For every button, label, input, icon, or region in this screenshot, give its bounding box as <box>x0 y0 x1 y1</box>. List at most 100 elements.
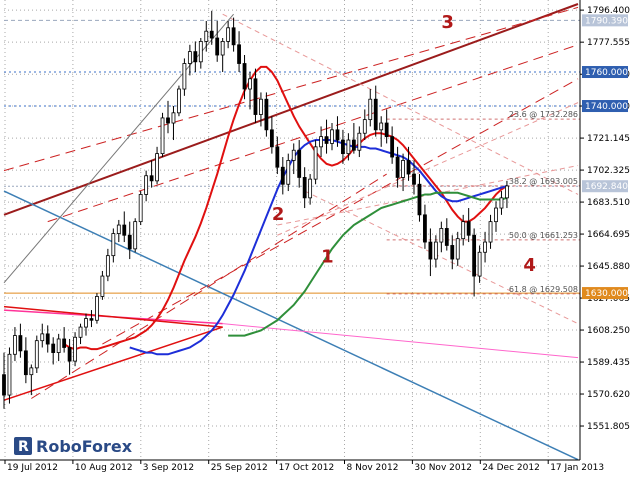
candle-body <box>313 146 318 180</box>
candle-body <box>455 238 460 260</box>
candle-body <box>73 336 77 362</box>
wave-label: 2 <box>272 204 285 225</box>
candle-body <box>198 41 203 63</box>
price-badges: 1790.390 1760.000 1740.000 1692.840 1630.000 <box>582 14 628 300</box>
candle-body <box>2 374 6 396</box>
candle-body <box>395 156 400 178</box>
wave-label: 3 <box>441 12 454 33</box>
logo-icon-letter: R <box>18 439 29 455</box>
fib-level-label: 38.2 @ 1693.005 <box>509 177 578 186</box>
candle <box>160 112 165 158</box>
candle-body <box>308 178 313 199</box>
candle-body <box>253 78 258 115</box>
y-tick-label: 1551.805 <box>587 422 630 432</box>
candle-body <box>51 343 56 353</box>
candle-body <box>280 166 285 185</box>
candle-body <box>505 185 509 199</box>
candle-body <box>483 241 487 253</box>
y-tick-label: 1777.555 <box>587 38 630 48</box>
candle-body <box>138 194 143 223</box>
y-tick-label: 1702.325 <box>587 166 630 176</box>
price-badge-label: 1692.840 <box>585 182 628 192</box>
candle <box>95 293 99 324</box>
candle-body <box>45 333 50 345</box>
candle-body <box>417 183 422 216</box>
candle-body <box>166 117 170 124</box>
candle-body <box>433 241 438 260</box>
candle-body <box>319 136 323 148</box>
candle-body <box>379 122 384 131</box>
x-tick-label: 10 Aug 2012 <box>75 463 133 473</box>
x-tick-label: 24 Dec 2012 <box>482 463 540 473</box>
candle-body <box>127 234 132 250</box>
candle <box>73 332 77 367</box>
candle-body <box>275 146 280 168</box>
fib-level-label: 61.8 @ 1629.508 <box>509 285 578 294</box>
candle-body <box>149 175 154 182</box>
candle <box>264 92 269 137</box>
y-tick-label: 1683.510 <box>587 198 630 208</box>
candle-body <box>286 160 291 185</box>
candle-body <box>291 149 296 161</box>
candle-body <box>362 119 367 134</box>
candle-body <box>40 333 45 342</box>
candle-body <box>269 129 274 148</box>
candle-body <box>237 44 241 64</box>
candle-body <box>171 112 176 124</box>
candle-body <box>182 63 187 90</box>
candle-body <box>335 129 340 141</box>
wave-label: 4 <box>523 255 536 276</box>
candle-body <box>324 136 329 144</box>
y-tick-label: 1589.435 <box>587 358 630 368</box>
price-badge-label: 1630.000 <box>585 289 628 299</box>
x-tick-label: 19 Jul 2012 <box>7 463 58 473</box>
logo-text: RoboForex <box>36 437 133 456</box>
candle-body <box>351 139 356 151</box>
candle-body <box>412 173 416 185</box>
x-tick-label: 3 Sep 2012 <box>143 463 194 473</box>
candle-body <box>56 338 61 353</box>
candle-body <box>13 335 17 355</box>
fib-level-label: 23.6 @ 1732.286 <box>509 110 578 119</box>
candle-body <box>89 318 94 321</box>
candle-body <box>444 228 449 246</box>
candle-body <box>450 245 455 260</box>
candle <box>313 140 318 185</box>
y-tick-label: 1721.145 <box>587 134 630 144</box>
candle-body <box>368 98 373 121</box>
candle-body <box>187 51 192 64</box>
candle-body <box>177 88 181 114</box>
candle-body <box>67 347 72 362</box>
candle-body <box>7 353 12 396</box>
candle <box>133 218 138 253</box>
candle-body <box>34 340 39 369</box>
candle-body <box>390 136 395 158</box>
x-tick-label: 8 Nov 2012 <box>347 463 399 473</box>
candle-body <box>346 139 351 155</box>
candle-body <box>264 98 269 131</box>
candle-body <box>406 160 411 175</box>
candle <box>7 347 12 404</box>
candle-body <box>29 367 34 376</box>
candle-body <box>215 37 220 56</box>
candle-body <box>204 30 209 42</box>
candle-body <box>95 296 99 321</box>
candle-body <box>341 139 345 155</box>
chart-window: 23.6 @ 1732.286 38.2 @ 1693.005 50.0 @ 166… <box>0 0 640 480</box>
y-tick-label: 1645.880 <box>587 262 630 272</box>
candle-body <box>226 27 231 42</box>
candle-body <box>384 122 389 138</box>
candle-body <box>155 153 159 182</box>
candle-body <box>144 175 149 195</box>
candle-body <box>133 221 138 250</box>
price-badge-label: 1740.000 <box>585 102 628 112</box>
price-chart[interactable]: 23.6 @ 1732.286 38.2 @ 1693.005 50.0 @ 166… <box>0 0 640 480</box>
candle-body <box>193 51 198 63</box>
candle-body <box>472 234 477 277</box>
candle-body <box>78 326 83 338</box>
x-tick-label: 17 Jan 2013 <box>550 463 604 473</box>
candle-body <box>105 255 110 277</box>
candle-body <box>111 233 116 257</box>
candle-body <box>297 149 302 178</box>
candle <box>177 85 181 117</box>
